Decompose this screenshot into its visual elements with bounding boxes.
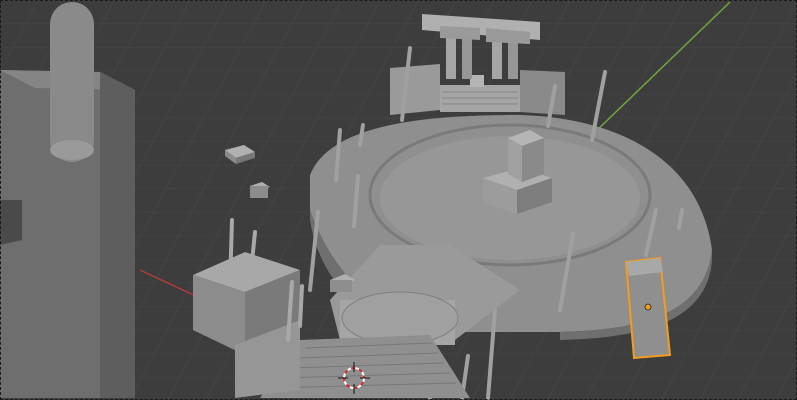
viewport-canvas[interactable] (0, 0, 797, 400)
3d-viewport[interactable] (0, 0, 797, 400)
origin-dot-icon (644, 303, 652, 311)
